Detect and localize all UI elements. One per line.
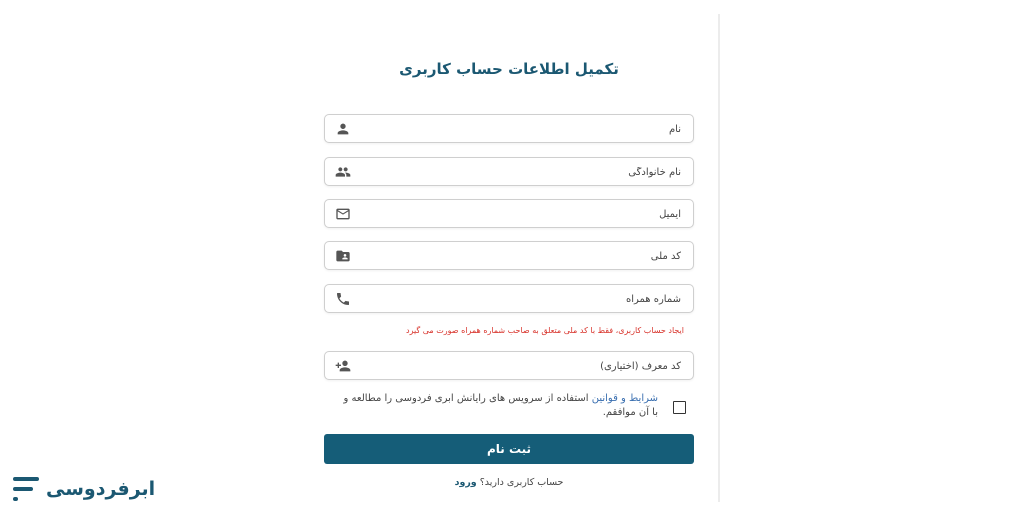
person-add-icon xyxy=(335,358,351,374)
national-code-field[interactable] xyxy=(324,241,694,271)
terms-text: شرایط و قوانین استفاده از سرویس های رایا… xyxy=(340,392,659,420)
email-input[interactable] xyxy=(379,200,683,229)
last-name-field[interactable] xyxy=(324,157,694,187)
mobile-field[interactable] xyxy=(324,284,694,314)
signup-form: تکمیل اطلاعات حساب کاربری ایجاد حساب کار… xyxy=(324,0,694,515)
terms-link[interactable]: شرایط و قوانین xyxy=(592,393,658,404)
login-link[interactable]: ورود xyxy=(455,477,477,488)
panel-divider xyxy=(718,14,720,502)
ferdowsi-logo-mark xyxy=(12,476,40,504)
last-name-input[interactable] xyxy=(379,158,683,187)
national-code-warning: ایجاد حساب کاربری، فقط با کد ملی متعلق ب… xyxy=(406,326,684,335)
mail-icon xyxy=(335,206,351,222)
id-folder-icon xyxy=(335,248,351,264)
referral-code-input[interactable] xyxy=(379,352,683,381)
national-code-input[interactable] xyxy=(379,242,683,271)
person-icon xyxy=(335,121,351,137)
login-prompt: حساب کاربری دارید؟ xyxy=(476,477,564,488)
first-name-input[interactable] xyxy=(379,115,683,144)
brand-name: ابرفردوسی xyxy=(46,478,156,500)
email-field[interactable] xyxy=(324,199,694,229)
first-name-field[interactable] xyxy=(324,114,694,144)
referral-code-field[interactable] xyxy=(324,351,694,381)
mobile-input[interactable] xyxy=(379,285,683,314)
phone-icon xyxy=(335,291,351,307)
login-prompt-line: حساب کاربری دارید؟ ورود xyxy=(324,477,694,488)
form-title: تکمیل اطلاعات حساب کاربری xyxy=(399,60,619,78)
register-button[interactable]: ثبت نام xyxy=(324,434,694,464)
terms-checkbox[interactable] xyxy=(673,401,686,414)
group-icon xyxy=(335,164,351,180)
